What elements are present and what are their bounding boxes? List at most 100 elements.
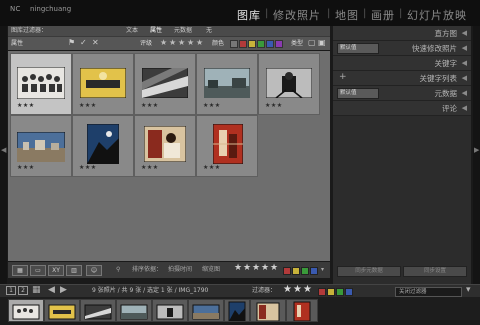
toolbar-color-green[interactable] (301, 267, 309, 275)
panel-quick-develop[interactable]: 默认值 快速修改照片 ◀ (333, 41, 471, 56)
module-tab-develop[interactable]: 修改照片 (273, 7, 321, 23)
grid-cell[interactable]: ★★★ (196, 115, 258, 177)
grid-view-icon[interactable]: ▦ (32, 285, 41, 295)
color-filter-blue[interactable] (266, 40, 274, 48)
survey-view-icon[interactable]: ▥ (66, 265, 82, 276)
panel-comments[interactable]: 评论 ◀ (333, 101, 471, 116)
filmstrip-star-1[interactable]: ★ (283, 284, 292, 295)
cell-rating-stars[interactable]: ★★★ (265, 102, 283, 109)
grid-cell[interactable]: ★★★ (258, 53, 320, 115)
grid-view-icon[interactable]: ▦ (12, 265, 28, 276)
photo-thumbnail[interactable] (204, 68, 250, 98)
module-tab-slideshow[interactable]: 幻灯片放映 (407, 7, 467, 23)
filmstrip-thumbnail[interactable] (44, 299, 80, 322)
grid-cell[interactable]: ★★★ (134, 115, 196, 177)
color-filter-none[interactable] (230, 40, 238, 48)
photo-thumbnail[interactable] (17, 132, 65, 162)
filmstrip-source-info[interactable]: 9 张照片 / 共 9 张 / 选定 1 张 / IMG_1790 (92, 286, 208, 296)
metadata-preset-select[interactable]: 默认值 (337, 88, 379, 99)
flag-pick-icon[interactable]: ✓ (80, 38, 87, 47)
color-filter-yellow[interactable] (248, 40, 256, 48)
people-view-icon[interactable]: ☺ (86, 265, 102, 276)
filmstrip-color-yellow[interactable] (327, 288, 335, 296)
color-filter-purple[interactable] (275, 40, 283, 48)
toolbar-color-yellow[interactable] (292, 267, 300, 275)
filter-select[interactable]: 关闭过滤器 (395, 287, 462, 297)
photo-thumbnail[interactable] (213, 124, 243, 164)
filter-tab-attribute[interactable]: 属性 (150, 26, 162, 36)
panel-collapse-icon[interactable]: ◀ (462, 29, 467, 37)
filmstrip-star-3[interactable]: ★ (303, 284, 312, 295)
filter-tab-none[interactable]: 无 (206, 26, 212, 36)
panel-collapse-icon[interactable]: ◀ (462, 104, 467, 112)
filmstrip-color-green[interactable] (336, 288, 344, 296)
collapse-right-panel-icon[interactable]: ▶ (474, 146, 479, 154)
panel-collapse-icon[interactable]: ◀ (462, 44, 467, 52)
grid-cell[interactable]: ★★★ (72, 53, 134, 115)
toolbar-color-red[interactable] (283, 267, 291, 275)
filmstrip-star-2[interactable]: ★ (293, 284, 302, 295)
flag-reject-icon[interactable]: ✕ (92, 38, 99, 47)
rating-star-4[interactable]: ★ (187, 38, 194, 47)
cell-rating-stars[interactable]: ★★★ (79, 102, 97, 109)
cell-rating-stars[interactable]: ★★★ (17, 164, 35, 171)
rating-star-5[interactable]: ★ (196, 38, 203, 47)
toolbar-star-2[interactable]: ★ (243, 263, 251, 273)
grid-cell[interactable]: ★★★ (72, 115, 134, 177)
compare-view-icon[interactable]: XY (48, 265, 64, 276)
photo-thumbnail[interactable] (80, 68, 126, 98)
thumbnail-grid[interactable]: ★★★ ★★★ ★★★ ★★★ ★★★ ★★★ ★★★ ★★★ ★★★ (8, 51, 330, 261)
type-copy-icon[interactable]: ▣ (318, 38, 326, 47)
filmstrip-thumbnail[interactable] (286, 299, 318, 322)
window-1-button[interactable]: 1 (6, 286, 16, 295)
panel-keywording[interactable]: 关键字 ◀ (333, 56, 471, 71)
rating-star-2[interactable]: ★ (169, 38, 176, 47)
grid-cell[interactable]: ★★★ (10, 115, 72, 177)
preset-select[interactable]: 默认值 (337, 43, 379, 54)
sync-metadata-button[interactable]: 同步元数据 (337, 266, 401, 277)
cell-rating-stars[interactable]: ★★★ (17, 102, 35, 109)
sort-select[interactable]: 拍摄时间 (168, 265, 192, 275)
grid-cell[interactable]: ★★★ (134, 53, 196, 115)
cell-rating-stars[interactable]: ★★★ (141, 164, 159, 171)
photo-thumbnail[interactable] (142, 68, 188, 98)
panel-histogram[interactable]: 直方图 ◀ (333, 26, 471, 41)
sync-settings-button[interactable]: 同步设置 (403, 266, 467, 277)
expand-left-panel-icon[interactable]: ◀ (1, 146, 6, 154)
filmstrip[interactable] (0, 297, 480, 322)
photo-thumbnail[interactable] (17, 67, 65, 99)
painter-icon[interactable]: ⚲ (116, 265, 120, 275)
filmstrip-thumbnail[interactable] (250, 299, 286, 322)
color-filter-red[interactable] (239, 40, 247, 48)
toolbar-menu-chevron-icon[interactable]: ▾ (321, 265, 324, 275)
module-tab-library[interactable]: 图库 (237, 7, 261, 23)
cell-rating-stars[interactable]: ★★★ (203, 102, 221, 109)
filmstrip-thumbnail[interactable] (8, 299, 44, 322)
back-icon[interactable]: ◀ (48, 285, 55, 295)
filmstrip-color-blue[interactable] (345, 288, 353, 296)
collapse-filmstrip-icon[interactable]: ▾ (466, 285, 471, 295)
filmstrip-color-red[interactable] (318, 288, 326, 296)
window-2-button[interactable]: 2 (18, 286, 28, 295)
photo-thumbnail[interactable] (144, 126, 186, 162)
module-tab-map[interactable]: 地图 (335, 7, 359, 23)
cell-rating-stars[interactable]: ★★★ (203, 164, 221, 171)
rating-star-3[interactable]: ★ (178, 38, 185, 47)
filmstrip-thumbnail[interactable] (224, 299, 250, 322)
cell-rating-stars[interactable]: ★★★ (79, 164, 97, 171)
module-tab-book[interactable]: 画册 (371, 7, 395, 23)
grid-cell[interactable]: ★★★ (10, 53, 72, 115)
photo-thumbnail[interactable] (87, 124, 119, 164)
photo-thumbnail[interactable] (266, 68, 312, 98)
toolbar-star-3[interactable]: ★ (252, 263, 260, 273)
panel-keyword-list[interactable]: + 关键字列表 ◀ (333, 71, 471, 86)
filmstrip-thumbnail[interactable] (116, 299, 152, 322)
toolbar-star-4[interactable]: ★ (261, 263, 269, 273)
filmstrip-thumbnail[interactable] (80, 299, 116, 322)
color-filter-green[interactable] (257, 40, 265, 48)
add-keyword-icon[interactable]: + (339, 72, 347, 82)
filter-tab-text[interactable]: 文本 (126, 26, 138, 36)
filter-tab-metadata[interactable]: 元数据 (174, 26, 192, 36)
panel-collapse-icon[interactable]: ◀ (462, 89, 467, 97)
filmstrip-thumbnail[interactable] (188, 299, 224, 322)
